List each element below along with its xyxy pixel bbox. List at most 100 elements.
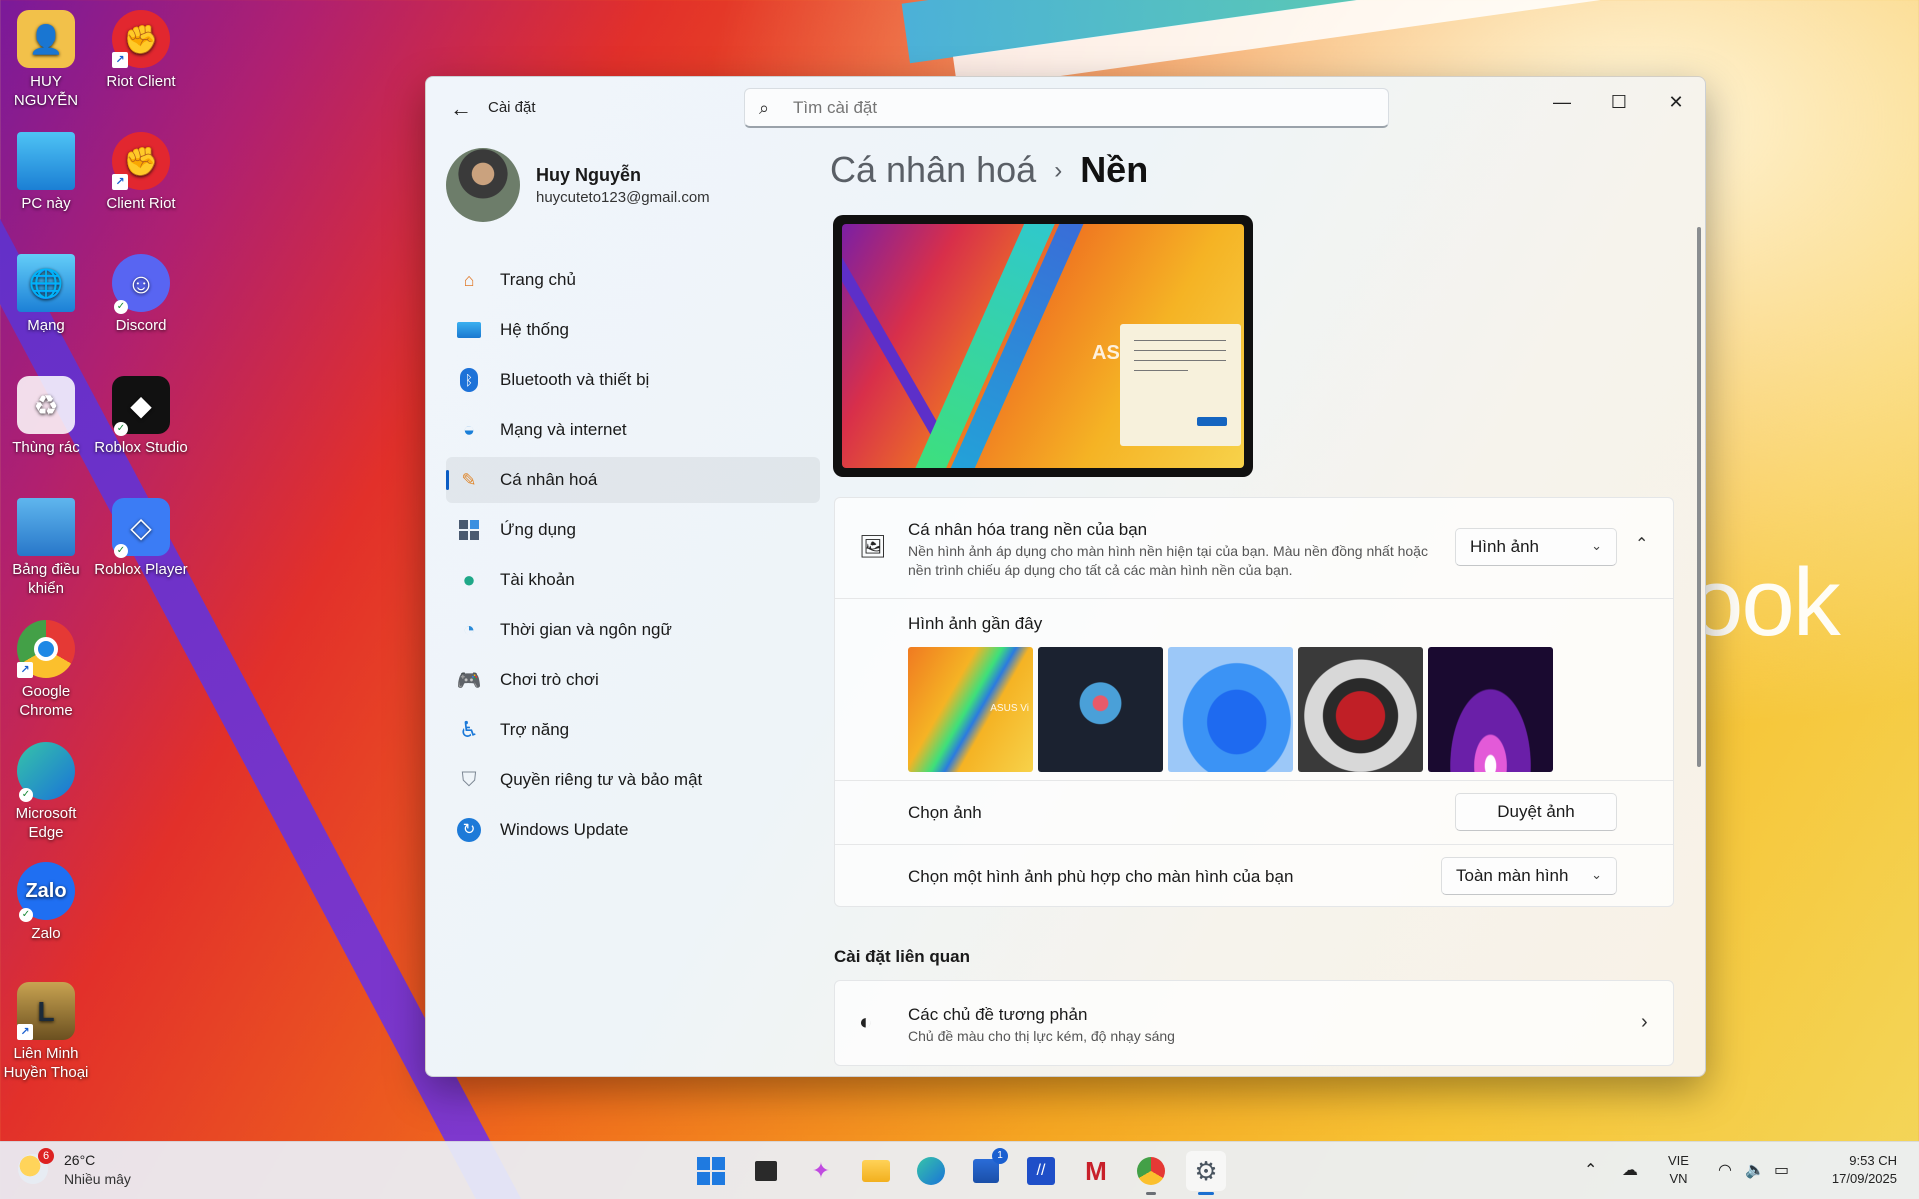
sidebar-item-accessibility[interactable]: ♿ Trợ năng <box>446 707 820 753</box>
bluetooth-icon: ᛒ <box>456 367 482 393</box>
sidebar-item-network[interactable]: ◒ Mạng và internet <box>446 407 820 453</box>
desktop-icon-label: HUY NGUYỄN <box>13 73 79 109</box>
background-type-dropdown[interactable]: Hình ảnh ⌄ <box>1455 528 1617 566</box>
desktop-icon-label: Liên Minh Huyền Thoại <box>3 1045 89 1081</box>
desktop-icon-label: PC này <box>21 195 71 212</box>
date: 17/09/2025 <box>1831 1171 1897 1186</box>
recent-images-row: Hình ảnh gần đây ASUS Vi <box>835 598 1673 780</box>
clock[interactable]: 9:53 CH 17/09/2025 <box>1832 1152 1897 1188</box>
desktop-icon-roblox-player[interactable]: ◇ ✓ Roblox Player <box>93 498 189 579</box>
background-title: Cá nhân hóa trang nền của bạn <box>908 520 1148 539</box>
active-indicator <box>1198 1192 1214 1195</box>
taskbar-mcafee[interactable]: M <box>1076 1151 1116 1191</box>
recent-image-thumb[interactable] <box>1038 647 1163 772</box>
desktop-icon-edge[interactable]: ✓ Microsoft Edge <box>0 742 94 842</box>
fit-row: Chọn một hình ảnh phù hợp cho màn hình c… <box>835 844 1673 908</box>
desktop-icon-zalo[interactable]: Zalo ✓ Zalo <box>0 862 94 943</box>
avatar[interactable] <box>446 148 520 222</box>
desktop-icon-label: Roblox Player <box>94 561 188 578</box>
sidebar-item-accounts[interactable]: ● Tài khoản <box>446 557 820 603</box>
desktop-icon-label: Riot Client <box>106 73 176 90</box>
sidebar-item-home[interactable]: ⌂ Trang chủ <box>446 257 820 303</box>
taskbar-edge[interactable] <box>911 1151 951 1191</box>
sidebar-item-bluetooth[interactable]: ᛒ Bluetooth và thiết bị <box>446 357 820 403</box>
chevron-up-icon[interactable]: ⌃ <box>1584 1160 1597 1180</box>
chrome-icon <box>1137 1157 1165 1185</box>
sidebar-item-personalization[interactable]: ✎ Cá nhân hoá <box>446 457 820 503</box>
task-view-button[interactable] <box>746 1151 786 1191</box>
sidebar-item-windows-update[interactable]: ↻ Windows Update <box>446 807 820 853</box>
notification-badge: 6 <box>38 1148 54 1164</box>
contrast-description: Chủ đề màu cho thị lực kém, độ nhạy sáng <box>908 1028 1175 1044</box>
contrast-themes-card[interactable]: ◐ Các chủ đề tương phản Chủ đề màu cho t… <box>834 980 1674 1066</box>
sync-check-icon: ✓ <box>114 422 128 436</box>
volume-icon[interactable]: 🔈 <box>1745 1160 1765 1180</box>
recent-image-thumb[interactable]: ASUS Vi <box>908 647 1033 772</box>
contrast-title: Các chủ đề tương phản <box>908 1005 1088 1024</box>
desktop-icon-recycle-bin[interactable]: ♻ Thùng rác <box>0 376 94 457</box>
sidebar-item-privacy[interactable]: ⛉ Quyền riêng tư và bảo mật <box>446 757 820 803</box>
onedrive-cloud-icon[interactable]: ☁ <box>1622 1160 1638 1180</box>
desktop-icon-roblox-studio[interactable]: ◆ ✓ Roblox Studio <box>93 376 189 457</box>
language-indicator[interactable]: VIE VN <box>1668 1152 1689 1188</box>
desktop-icon-riot-client[interactable]: ✊ ↗ Riot Client <box>93 10 189 91</box>
taskbar-app-blue[interactable]: // <box>1021 1151 1061 1191</box>
desktop-icon-discord[interactable]: ☺ ✓ Discord <box>93 254 189 335</box>
sidebar-item-apps[interactable]: Ứng dụng <box>446 507 820 553</box>
windows-logo-icon <box>697 1157 725 1185</box>
this-pc-icon <box>17 132 75 190</box>
riot-client-icon: ✊ ↗ <box>112 132 170 190</box>
maximize-button[interactable]: ☐ <box>1591 85 1647 119</box>
desktop-icon-user-folder[interactable]: 👤 HUY NGUYỄN <box>0 10 94 110</box>
background-settings-card: 🖼 Cá nhân hóa trang nền của bạn Nền hình… <box>834 497 1674 907</box>
chevron-down-icon: ⌄ <box>1591 538 1602 553</box>
desktop-icon-this-pc[interactable]: PC này <box>0 132 94 213</box>
taskbar-store[interactable]: 1 <box>966 1148 1008 1191</box>
desktop-icon-control-panel[interactable]: Bảng điều khiển <box>0 498 94 598</box>
desktop-icon-network[interactable]: 🌐 Mạng <box>0 254 94 335</box>
desktop-icon-client-riot[interactable]: ✊ ↗ Client Riot <box>93 132 189 213</box>
app-title: Cài đặt <box>488 99 536 116</box>
recent-image-thumb[interactable] <box>1168 647 1293 772</box>
chevron-up-icon[interactable]: ⌃ <box>1635 534 1648 554</box>
desktop-icon-label: Discord <box>115 317 167 334</box>
riot-client-icon: ✊ ↗ <box>112 10 170 68</box>
shortcut-arrow-icon: ↗ <box>17 1024 33 1040</box>
preview-wallpaper: ASU <box>842 224 1244 468</box>
recent-image-thumb[interactable] <box>1428 647 1553 772</box>
title-bar[interactable]: ← Cài đặt ⌕ — ☐ ✕ <box>426 77 1705 139</box>
start-button[interactable] <box>691 1151 731 1191</box>
weather-widget[interactable]: 6 26°C Nhiều mây <box>18 1148 148 1192</box>
taskbar-chrome[interactable] <box>1131 1151 1171 1195</box>
scrollbar[interactable] <box>1697 227 1701 767</box>
fit-label: Chọn một hình ảnh phù hợp cho màn hình c… <box>908 867 1294 886</box>
choose-photo-label: Chọn ảnh <box>908 803 982 822</box>
language-code: VIE <box>1668 1153 1689 1168</box>
breadcrumb-parent[interactable]: Cá nhân hoá <box>830 149 1036 190</box>
back-arrow-icon[interactable]: ← <box>446 97 476 123</box>
sidebar-item-time-language[interactable]: ◔ Thời gian và ngôn ngữ <box>446 607 820 653</box>
minimize-button[interactable]: — <box>1534 85 1590 119</box>
search-input[interactable] <box>793 97 1353 119</box>
desktop-icon-league[interactable]: L ↗ Liên Minh Huyền Thoại <box>0 982 94 1082</box>
taskbar-file-explorer[interactable] <box>856 1151 896 1191</box>
fit-dropdown[interactable]: Toàn màn hình ⌄ <box>1441 857 1617 895</box>
choose-photo-row: Chọn ảnh Duyệt ảnh <box>835 780 1673 844</box>
running-indicator <box>1146 1192 1156 1195</box>
background-type-row[interactable]: 🖼 Cá nhân hóa trang nền của bạn Nền hình… <box>835 498 1673 598</box>
app-blue-icon: // <box>1027 1157 1055 1185</box>
search-box[interactable]: ⌕ <box>744 88 1389 128</box>
recent-image-thumb[interactable] <box>1298 647 1423 772</box>
taskbar-copilot[interactable]: ✦ <box>801 1151 841 1191</box>
close-button[interactable]: ✕ <box>1648 85 1704 119</box>
roblox-studio-icon: ◆ ✓ <box>112 376 170 436</box>
dropdown-value: Hình ảnh <box>1470 537 1539 556</box>
sidebar-item-gaming[interactable]: 🎮 Chơi trò chơi <box>446 657 820 703</box>
sidebar-item-system[interactable]: Hệ thống <box>446 307 820 353</box>
wifi-icon[interactable]: ◠ <box>1718 1160 1732 1180</box>
desktop-icon-chrome[interactable]: ↗ Google Chrome <box>0 620 94 720</box>
weather-condition: Nhiều mây <box>64 1171 131 1187</box>
battery-icon[interactable]: ▭ <box>1774 1160 1789 1180</box>
browse-photos-button[interactable]: Duyệt ảnh <box>1455 793 1617 831</box>
taskbar-settings[interactable]: ⚙ <box>1186 1151 1226 1195</box>
